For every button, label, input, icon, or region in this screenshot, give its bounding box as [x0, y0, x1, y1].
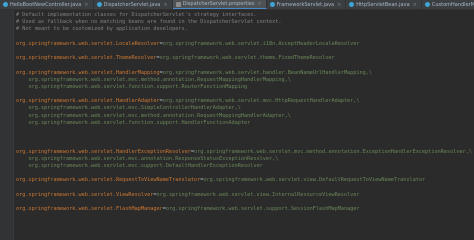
property-value-continuation: org.springframework.web.servlet.mvc.meth…: [16, 76, 291, 83]
tab-hellobootnewcontroller-java[interactable]: HelloBootNewController.java ×: [0, 0, 94, 9]
tab-dispatcherservlet-properties[interactable]: DispatcherServlet.properties ×: [172, 0, 267, 9]
code-line: org.springframework.web.servlet.HandlerE…: [16, 149, 474, 156]
close-icon[interactable]: ×: [84, 2, 88, 8]
code-line: org.springframework.web.servlet.function…: [16, 120, 474, 127]
tab-label: FrameworkServlet.java: [276, 1, 335, 8]
property-key: org.springframework.web.servlet.LocaleRe…: [16, 40, 160, 47]
line-gutter: [0, 10, 14, 240]
tab-label: DispatcherServlet.java: [103, 1, 161, 8]
property-key: org.springframework.web.servlet.HandlerE…: [16, 148, 191, 155]
java-file-icon: [269, 2, 275, 7]
code-line: # Not meant to be customized by applicat…: [16, 26, 474, 33]
property-value-continuation: org.springframework.web.servlet.mvc.Simp…: [16, 105, 241, 112]
close-icon[interactable]: ×: [413, 2, 417, 8]
property-key: org.springframework.web.servlet.ThemeRes…: [16, 55, 157, 62]
code-line: org.springframework.web.servlet.mvc.meth…: [16, 77, 474, 84]
property-key: org.springframework.web.servlet.ViewReso…: [16, 191, 154, 198]
property-value: org.springframework.web.servlet.i18n.Acc…: [162, 40, 360, 47]
java-file-icon: [424, 2, 430, 7]
property-value-continuation: org.springframework.web.servlet.function…: [16, 119, 251, 126]
close-icon[interactable]: ×: [337, 2, 341, 8]
property-value: org.springframework.web.servlet.mvc.Http…: [162, 98, 360, 105]
code-line: org.springframework.web.servlet.FlashMap…: [16, 206, 474, 213]
code-line: org.springframework.web.servlet.HandlerA…: [16, 98, 474, 105]
code-line: org.springframework.web.servlet.mvc.Simp…: [16, 105, 474, 112]
property-value: org.springframework.web.servlet.theme.Fi…: [159, 55, 335, 62]
java-file-icon: [349, 2, 355, 7]
property-value: org.springframework.web.servlet.mvc.meth…: [194, 148, 472, 155]
property-key: org.springframework.web.servlet.HandlerM…: [16, 69, 160, 76]
code-line: org.springframework.web.servlet.ThemeRes…: [16, 55, 474, 62]
code-line: org.springframework.web.servlet.RequestT…: [16, 177, 474, 184]
property-value-continuation: org.springframework.web.servlet.function…: [16, 83, 248, 90]
code-line: org.springframework.web.servlet.mvc.supp…: [16, 163, 474, 170]
tab-label: CustomHandlerMethodReturnValueHandler: [431, 1, 474, 8]
tab-httpservletbean-java[interactable]: HttpServletBean.java ×: [346, 0, 422, 9]
property-value-continuation: org.springframework.web.servlet.mvc.meth…: [16, 112, 291, 119]
java-file-icon: [96, 2, 102, 7]
property-value-continuation: org.springframework.web.servlet.mvc.supp…: [16, 162, 263, 169]
tab-customhandlermethodreturnvaluehandler[interactable]: CustomHandlerMethodReturnValueHandler×: [422, 0, 474, 9]
java-file-icon: [3, 2, 8, 7]
comment-text: # Not meant to be customized by applicat…: [16, 26, 188, 33]
tab-label: DispatcherServlet.properties: [182, 1, 255, 7]
close-icon[interactable]: ×: [163, 2, 167, 8]
property-value: org.springframework.web.servlet.handler.…: [162, 69, 373, 76]
tab-dispatcherservlet-java[interactable]: DispatcherServlet.java ×: [94, 0, 173, 9]
comment-text: # Default implementation classes for Dis…: [16, 12, 257, 18]
property-key: org.springframework.web.servlet.FlashMap…: [16, 206, 163, 213]
property-value: org.springframework.web.servlet.view.Def…: [203, 177, 426, 184]
properties-file-icon: [175, 1, 181, 7]
editor-tab-bar: HelloBootNewController.java × DispatcherSe…: [0, 0, 474, 10]
tab-label: HelloBootNewController.java: [10, 1, 82, 8]
code-line: org.springframework.web.servlet.ViewReso…: [16, 192, 474, 199]
code-line: org.springframework.web.servlet.HandlerM…: [16, 70, 474, 77]
comment-text: # Used as fallback when no matching bean…: [16, 19, 282, 26]
property-value-continuation: org.springframework.web.servlet.mvc.anno…: [16, 155, 279, 162]
tab-frameworkservlet-java[interactable]: FrameworkServlet.java ×: [267, 0, 347, 9]
code-editor[interactable]: # Default implementation classes for Dis…: [0, 10, 474, 240]
property-key: org.springframework.web.servlet.HandlerA…: [16, 98, 160, 105]
code-line: org.springframework.web.servlet.mvc.meth…: [16, 113, 474, 120]
code-line: # Used as fallback when no matching bean…: [16, 19, 474, 26]
code-line: # Default implementation classes for Dis…: [16, 12, 474, 19]
property-key: org.springframework.web.servlet.RequestT…: [16, 177, 201, 184]
code-line: org.springframework.web.servlet.LocaleRe…: [16, 41, 474, 48]
close-icon[interactable]: ×: [257, 1, 261, 7]
property-value: org.springframework.web.servlet.view.Int…: [156, 191, 360, 198]
code-content[interactable]: # Default implementation classes for Dis…: [16, 12, 474, 213]
tab-label: HttpServletBean.java: [356, 1, 410, 8]
code-line: org.springframework.web.servlet.mvc.anno…: [16, 156, 474, 163]
code-line: org.springframework.web.servlet.function…: [16, 84, 474, 91]
property-value: org.springframework.web.servlet.support.…: [165, 206, 360, 213]
